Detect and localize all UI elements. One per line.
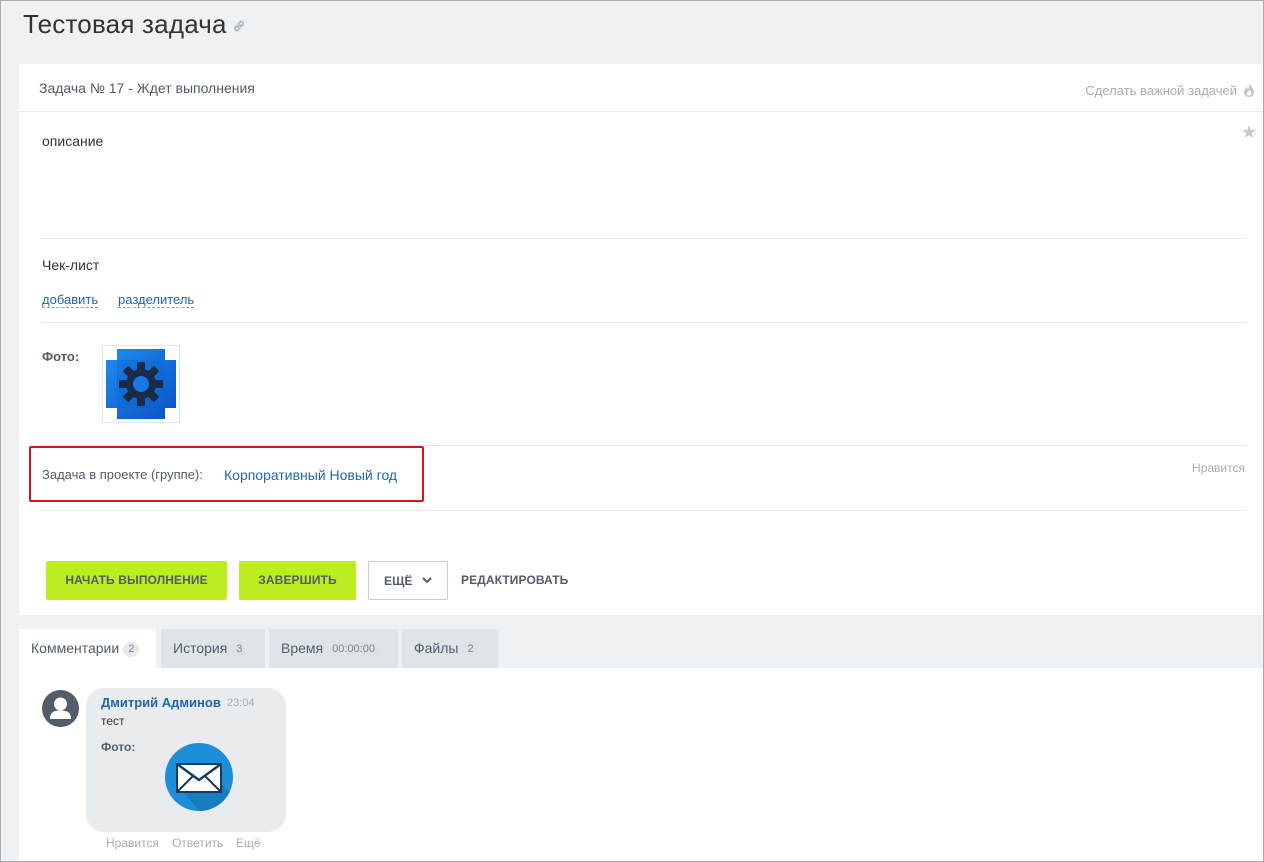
- tab-label: Время: [281, 640, 324, 656]
- like-link[interactable]: Нравится: [1192, 461, 1245, 475]
- start-task-button[interactable]: Начать выполнение: [46, 561, 227, 600]
- comment-more-link[interactable]: Ещё: [236, 836, 261, 850]
- task-status: Задача № 17 - Ждет выполнения: [39, 80, 255, 96]
- gear-image-icon: [106, 349, 176, 419]
- project-label: Задача в проекте (группе):: [42, 467, 203, 482]
- divider: [41, 322, 1246, 323]
- tab-label: Файлы: [414, 640, 459, 656]
- tab-badge: 00:00:00: [327, 642, 380, 657]
- make-important-link[interactable]: Сделать важной задачей: [1085, 83, 1237, 98]
- task-card-header: Задача № 17 - Ждет выполнения Сделать ва…: [19, 64, 1263, 112]
- link-icon[interactable]: [232, 19, 246, 38]
- comments-panel: Дмитрий Админов 23:04 тест Фото: Нравитс…: [19, 668, 1263, 861]
- checklist-title: Чек-лист: [42, 257, 100, 273]
- checklist-add-link[interactable]: добавить: [42, 292, 99, 308]
- comment-reply-link[interactable]: Ответить: [172, 836, 223, 850]
- tab-badge: 2: [462, 642, 479, 657]
- tab-label: История: [173, 640, 228, 656]
- comment-bubble: Дмитрий Админов 23:04 тест Фото:: [86, 688, 286, 832]
- comment-time[interactable]: 23:04: [227, 697, 255, 709]
- edit-task-button[interactable]: Редактировать: [461, 561, 568, 600]
- photo-thumbnail[interactable]: [102, 345, 180, 423]
- tab-history[interactable]: История 3: [161, 629, 265, 668]
- tab-badge: 3: [231, 642, 248, 657]
- more-actions-label: Ещё: [384, 574, 413, 588]
- checklist-separator-link[interactable]: разделитель: [118, 292, 195, 308]
- finish-task-button[interactable]: Завершить: [239, 561, 356, 600]
- comment-author-link[interactable]: Дмитрий Админов: [101, 695, 221, 710]
- divider: [41, 510, 1246, 511]
- page-title: Тестовая задача: [23, 9, 227, 39]
- tab-files[interactable]: Файлы 2: [402, 629, 498, 668]
- project-link[interactable]: Корпоративный Новый год: [224, 467, 397, 483]
- tab-time[interactable]: Время 00:00:00: [269, 629, 398, 668]
- tab-comments[interactable]: Комментарии 2: [19, 629, 156, 668]
- flame-icon[interactable]: [1243, 82, 1255, 103]
- more-actions-button[interactable]: Ещё: [368, 561, 448, 600]
- task-description: описание: [42, 133, 104, 149]
- task-view-window: Тестовая задача Задача № 17 - Ждет выпол…: [0, 0, 1264, 862]
- comment-text: тест: [101, 714, 125, 728]
- tab-badge: 2: [123, 642, 140, 657]
- divider: [41, 238, 1246, 239]
- comment-photo-label: Фото:: [101, 740, 136, 754]
- envelope-image-icon[interactable]: [164, 742, 234, 817]
- star-icon[interactable]: ★: [1241, 122, 1257, 143]
- user-avatar-icon[interactable]: [42, 690, 79, 727]
- tab-label: Комментарии: [31, 640, 120, 656]
- task-card: Задача № 17 - Ждет выполнения Сделать ва…: [19, 64, 1263, 615]
- comment-like-link[interactable]: Нравится: [106, 836, 159, 850]
- chevron-down-icon: [422, 562, 432, 599]
- photo-label: Фото:: [42, 349, 80, 364]
